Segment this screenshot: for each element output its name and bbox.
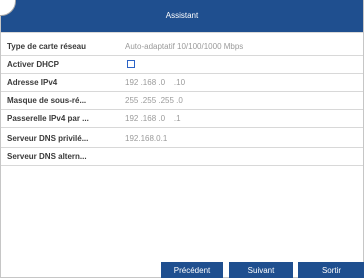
subnet-mask-label: Masque de sous-ré...: [7, 96, 87, 105]
nic-type-label: Type de carte réseau: [7, 42, 87, 51]
subnet-mask-row: Masque de sous-ré... 255 .255 .255 .0: [1, 92, 363, 110]
gateway-label: Passerelle IPv4 par ...: [7, 114, 89, 123]
subnet-mask-field[interactable]: 255 .255 .255 .0: [125, 96, 183, 105]
preferred-dns-row: Serveur DNS privilé... 192.168.0.1: [1, 130, 363, 148]
exit-button[interactable]: Sortir: [298, 262, 364, 278]
dhcp-checkbox[interactable]: [127, 60, 135, 68]
ipv4-row: Adresse IPv4 192 .168 .0 .10: [1, 74, 363, 92]
nic-type-row: Type de carte réseau Auto-adaptatif 10/1…: [1, 38, 363, 56]
preferred-dns-field[interactable]: 192.168.0.1: [125, 134, 167, 143]
dialog-title: Assistant: [165, 10, 199, 20]
dhcp-label: Activer DHCP: [7, 60, 60, 69]
title-divider: [1, 32, 363, 33]
dialog-title-bar: Assistant: [1, 0, 363, 32]
preferred-dns-label: Serveur DNS privilé...: [7, 134, 89, 143]
previous-button[interactable]: Précédent: [161, 262, 223, 278]
nic-type-value[interactable]: Auto-adaptatif 10/100/1000 Mbps: [125, 42, 243, 51]
next-button[interactable]: Suivant: [229, 262, 293, 278]
ipv4-field[interactable]: 192 .168 .0 .10: [125, 78, 185, 87]
ipv4-label: Adresse IPv4: [7, 78, 58, 87]
alternate-dns-label: Serveur DNS altern...: [7, 152, 87, 161]
gateway-row: Passerelle IPv4 par ... 192 .168 .0 .1: [1, 110, 363, 128]
gateway-field[interactable]: 192 .168 .0 .1: [125, 114, 181, 123]
assistant-dialog: Assistant Type de carte réseau Auto-adap…: [0, 0, 364, 278]
dhcp-row: Activer DHCP: [1, 56, 363, 74]
network-settings-form: Type de carte réseau Auto-adaptatif 10/1…: [1, 38, 363, 166]
alternate-dns-row: Serveur DNS altern...: [1, 148, 363, 166]
screen: Assistant Type de carte réseau Auto-adap…: [0, 0, 364, 278]
